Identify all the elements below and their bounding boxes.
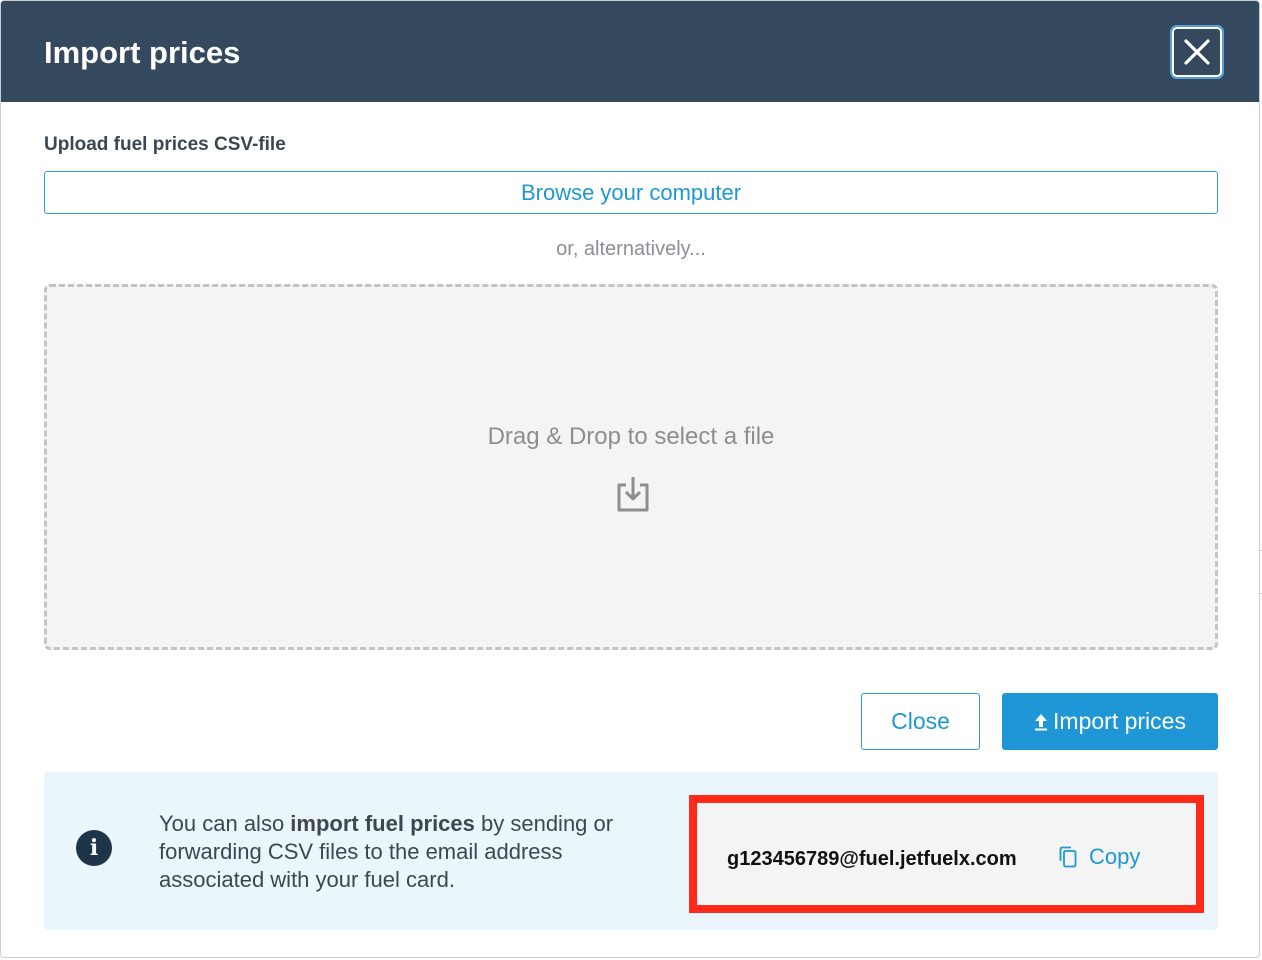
import-prices-modal: Import prices Upload fuel prices CSV-fil… <box>0 0 1260 958</box>
dropzone-text: Drag & Drop to select a file <box>487 423 775 450</box>
import-prices-button[interactable]: Import prices <box>1002 693 1218 750</box>
info-icon: i <box>76 830 112 866</box>
modal-header: Import prices <box>1 1 1259 102</box>
email-import-info-panel: i You can also import fuel prices by sen… <box>44 772 1218 930</box>
upload-label: Upload fuel prices CSV-file <box>44 134 286 155</box>
close-modal-button[interactable] <box>1170 25 1224 79</box>
copy-email-button[interactable]: Copy <box>1059 843 1140 871</box>
file-dropzone[interactable]: Drag & Drop to select a file <box>44 284 1218 650</box>
upload-arrow-icon <box>1034 713 1048 731</box>
close-icon <box>1184 39 1210 65</box>
close-button[interactable]: Close <box>861 693 980 750</box>
copy-icon <box>1059 846 1077 868</box>
info-text-bold: import fuel prices <box>290 811 475 836</box>
info-text: You can also import fuel prices by sendi… <box>159 811 614 892</box>
copy-label: Copy <box>1089 844 1141 869</box>
import-email-address: g123456789@fuel.jetfuelx.com <box>727 848 1017 870</box>
import-prices-label: Import prices <box>1053 708 1186 734</box>
background-edge <box>1258 550 1262 594</box>
email-address-box: g123456789@fuel.jetfuelx.com Copy <box>689 795 1204 913</box>
modal-title: Import prices <box>44 35 241 70</box>
download-tray-icon <box>617 477 649 512</box>
alternative-text: or, alternatively... <box>556 238 706 260</box>
browse-computer-button[interactable]: Browse your computer <box>44 171 1218 214</box>
